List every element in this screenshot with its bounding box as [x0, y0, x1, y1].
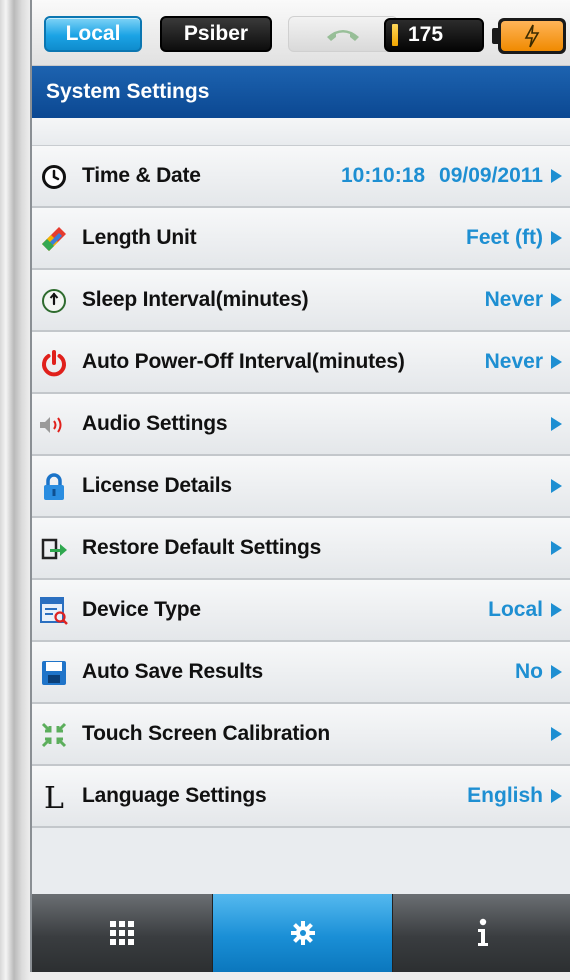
device-screen: Local Psiber 175 System Settings Time & …	[30, 0, 570, 972]
save-icon	[38, 657, 70, 689]
chevron-right-icon	[551, 293, 562, 307]
setting-label: Sleep Interval(minutes)	[82, 288, 309, 311]
psiber-mode-button[interactable]: Psiber	[160, 16, 272, 52]
result-count-badge: 175	[384, 18, 484, 52]
phone-button[interactable]	[288, 16, 398, 52]
info-icon	[478, 918, 489, 946]
chevron-right-icon	[551, 355, 562, 369]
setting-length-unit[interactable]: Length Unit Feet (ft)	[32, 208, 570, 270]
setting-time-value: 10:10:18	[340, 164, 426, 187]
sleep-icon	[38, 285, 70, 317]
setting-value: Local	[488, 598, 543, 621]
setting-label: License Details	[82, 474, 232, 497]
status-bar: Local Psiber 175	[32, 0, 570, 66]
setting-sleep-interval[interactable]: Sleep Interval(minutes) Never	[32, 270, 570, 332]
chevron-right-icon	[551, 479, 562, 493]
chevron-right-icon	[551, 231, 562, 245]
setting-value: English	[467, 784, 543, 807]
bottom-navigation	[32, 894, 570, 972]
setting-label: Auto Save Results	[82, 660, 263, 683]
setting-language[interactable]: L Language Settings English	[32, 766, 570, 828]
local-mode-button[interactable]: Local	[44, 16, 142, 52]
setting-label: Length Unit	[82, 226, 197, 249]
setting-value: No	[515, 660, 543, 683]
setting-value: Never	[484, 288, 543, 311]
setting-restore-defaults[interactable]: Restore Default Settings	[32, 518, 570, 580]
setting-label: Audio Settings	[82, 412, 228, 435]
language-icon: L	[38, 781, 70, 813]
battery-tip	[492, 28, 499, 44]
list-top-spacer	[32, 118, 570, 146]
psiber-mode-label: Psiber	[183, 22, 249, 45]
setting-label: Touch Screen Calibration	[82, 722, 331, 745]
power-icon	[38, 347, 70, 379]
setting-auto-power-off[interactable]: Auto Power-Off Interval(minutes) Never	[32, 332, 570, 394]
chevron-right-icon	[551, 789, 562, 803]
nav-apps-button[interactable]	[32, 894, 213, 972]
chevron-right-icon	[551, 417, 562, 431]
phone-icon	[327, 30, 359, 41]
setting-time-date[interactable]: Time & Date 10:10:18 09/09/2011	[32, 146, 570, 208]
battery-indicator	[492, 18, 566, 54]
lock-icon	[38, 471, 70, 503]
count-level-bar	[392, 24, 398, 46]
setting-device-type[interactable]: Device Type Local	[32, 580, 570, 642]
chevron-right-icon	[551, 169, 562, 183]
nav-settings-button[interactable]	[212, 894, 394, 972]
setting-value: Feet (ft)	[466, 226, 543, 249]
setting-value: Never	[484, 350, 543, 373]
chevron-right-icon	[551, 727, 562, 741]
setting-auto-save[interactable]: Auto Save Results No	[32, 642, 570, 704]
setting-license[interactable]: License Details	[32, 456, 570, 518]
setting-label: Restore Default Settings	[82, 536, 322, 559]
restore-icon	[38, 533, 70, 565]
setting-touch-calibration[interactable]: Touch Screen Calibration	[32, 704, 570, 766]
charging-bolt-icon	[524, 24, 540, 48]
setting-label: Language Settings	[82, 784, 267, 807]
calibration-icon	[38, 719, 70, 751]
setting-label: Auto Power-Off Interval(minutes)	[82, 350, 405, 373]
speaker-icon	[38, 409, 70, 441]
nav-info-button[interactable]	[393, 894, 570, 972]
result-count: 175	[408, 23, 444, 46]
settings-list: Time & Date 10:10:18 09/09/2011 Length U…	[32, 118, 570, 894]
clock-icon	[38, 161, 70, 193]
setting-label: Time & Date	[82, 164, 201, 187]
device-type-icon	[38, 595, 70, 627]
grid-icon	[109, 921, 134, 945]
page-title-bar: System Settings	[32, 66, 570, 118]
setting-audio[interactable]: Audio Settings	[32, 394, 570, 456]
page-title: System Settings	[46, 80, 210, 103]
chevron-right-icon	[551, 603, 562, 617]
setting-label: Device Type	[82, 598, 201, 621]
chevron-right-icon	[551, 665, 562, 679]
setting-date-value: 09/09/2011	[439, 164, 543, 187]
ruler-icon	[38, 223, 70, 255]
chevron-right-icon	[551, 541, 562, 555]
svg-text:L: L	[44, 781, 64, 813]
gear-icon	[290, 921, 315, 945]
battery-level	[501, 21, 563, 51]
local-mode-label: Local	[65, 22, 121, 45]
